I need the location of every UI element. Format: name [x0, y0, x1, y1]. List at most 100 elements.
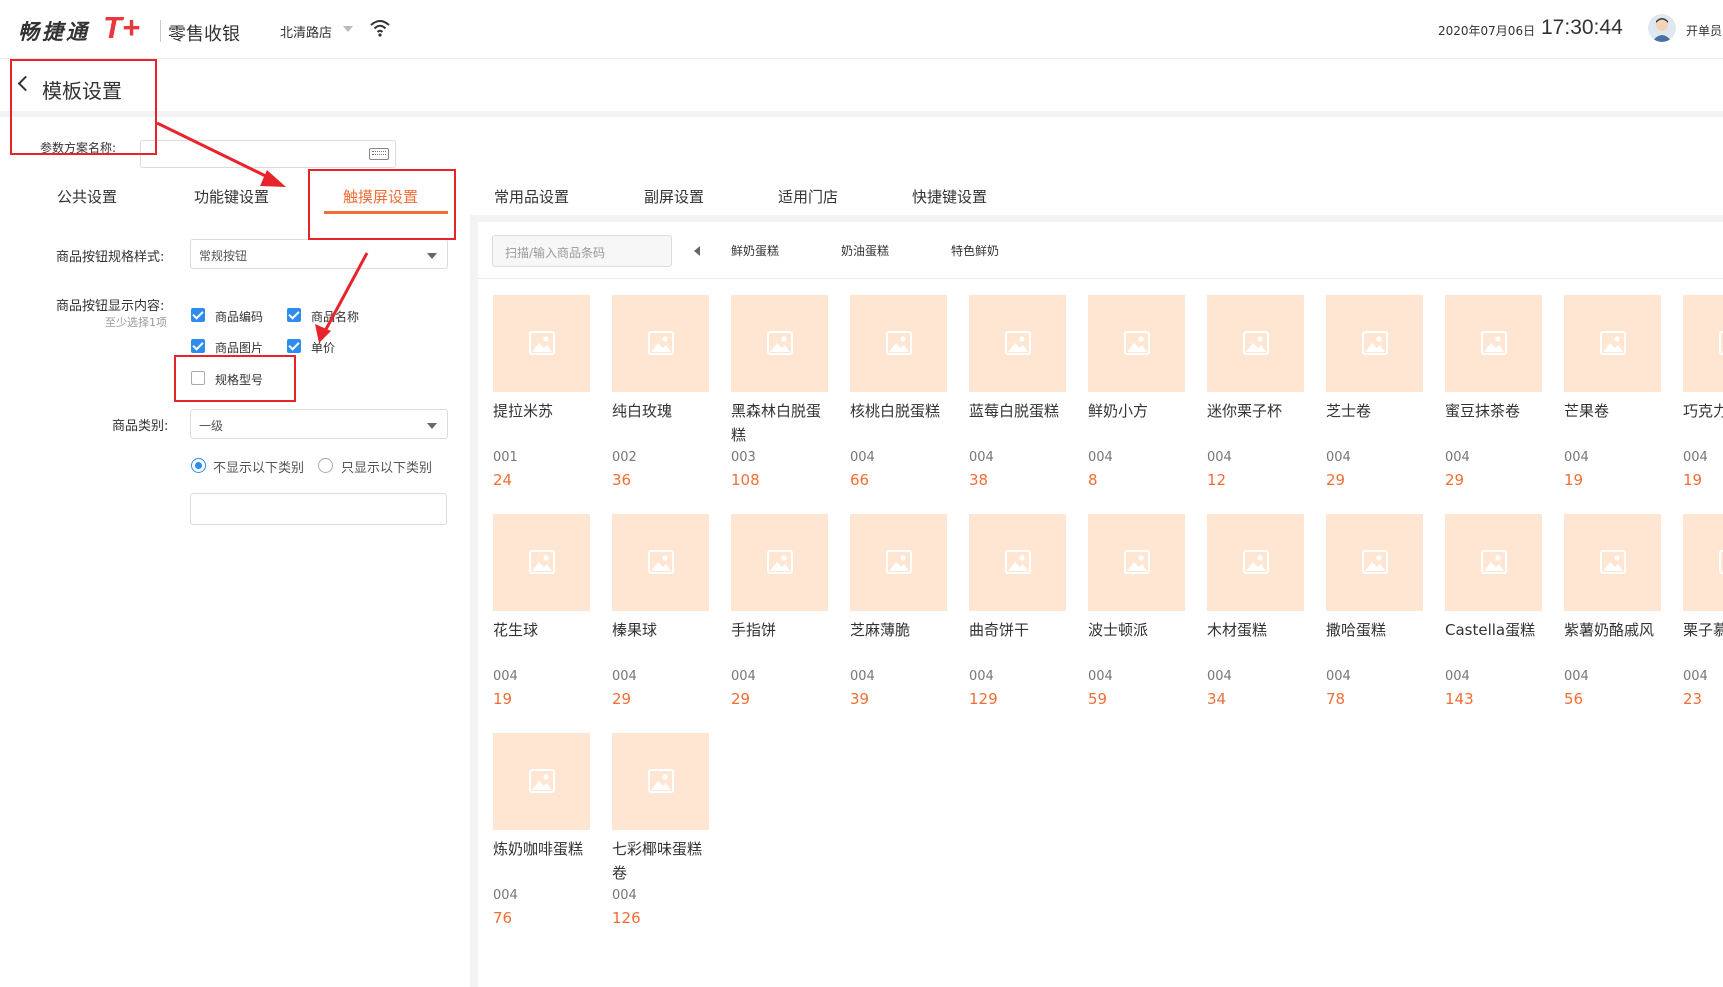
product-name: 核桃白脱蛋糕	[850, 402, 941, 420]
product-card[interactable]: 蜜豆抹茶卷 004 29	[1445, 295, 1543, 505]
product-card[interactable]: 芒果卷 004 19	[1564, 295, 1662, 505]
product-image	[1445, 514, 1542, 611]
product-name: 芝士卷	[1326, 402, 1372, 420]
category-tab[interactable]: 鲜奶蛋糕	[731, 242, 779, 259]
brand-logo-text: 畅捷通	[18, 20, 90, 44]
category-value: 一级	[199, 419, 224, 433]
radio-label: 只显示以下类别	[341, 461, 433, 476]
image-placeholder-icon	[1243, 550, 1269, 574]
product-card[interactable]: 榛果球 004 29	[612, 514, 710, 724]
product-image	[969, 295, 1066, 392]
product-code: 004	[612, 888, 637, 903]
product-card[interactable]: 炼奶咖啡蛋糕 004 76	[493, 733, 591, 943]
product-card[interactable]: 曲奇饼干 004 129	[969, 514, 1067, 724]
image-placeholder-icon	[1124, 550, 1150, 574]
product-card[interactable]: 黑森林白脱蛋糕 003 108	[731, 295, 829, 505]
tab-public-settings[interactable]: 公共设置	[57, 186, 117, 207]
category-label: 商品类别:	[112, 419, 169, 434]
product-card[interactable]: 手指饼 004 29	[731, 514, 829, 724]
tab-secondary-screen[interactable]: 副屏设置	[644, 186, 704, 207]
tab-applicable-stores[interactable]: 适用门店	[778, 186, 838, 207]
product-card[interactable]: 核桃白脱蛋糕 004 66	[850, 295, 948, 505]
product-card[interactable]: 纯白玫瑰 002 36	[612, 295, 710, 505]
button-style-select[interactable]: 常规按钮	[190, 239, 448, 269]
product-name: 芝麻薄脆	[850, 621, 911, 639]
settings-panel	[0, 222, 470, 987]
chevron-down-icon[interactable]	[343, 26, 353, 32]
product-name: 波士顿派	[1088, 621, 1149, 639]
product-card[interactable]: 花生球 004 19	[493, 514, 591, 724]
tab-common-items[interactable]: 常用品设置	[494, 186, 569, 207]
product-card[interactable]: 鲜奶小方 004 8	[1088, 295, 1186, 505]
checkbox-product-name[interactable]	[287, 308, 301, 322]
product-code: 004	[1207, 669, 1232, 684]
product-card[interactable]: 迷你栗子杯 004 12	[1207, 295, 1305, 505]
brand-logo-mark: T+	[103, 10, 141, 45]
product-name: 撒哈蛋糕	[1326, 621, 1387, 639]
chevron-down-icon	[427, 423, 437, 429]
product-name: 七彩椰味蛋糕卷	[612, 840, 703, 882]
user-name[interactable]: 开单员	[1686, 22, 1722, 39]
product-image	[850, 514, 947, 611]
product-card[interactable]: 芝士卷 004 29	[1326, 295, 1424, 505]
button-style-value: 常规按钮	[199, 249, 248, 263]
product-card[interactable]: 七彩椰味蛋糕卷 004 126	[612, 733, 710, 943]
divider	[470, 222, 478, 987]
annotation-box	[10, 59, 157, 155]
product-card[interactable]: 木材蛋糕 004 34	[1207, 514, 1305, 724]
image-placeholder-icon	[1243, 331, 1269, 355]
product-card[interactable]: Castella蛋糕 004 143	[1445, 514, 1543, 724]
category-list-input[interactable]	[190, 493, 447, 525]
product-card[interactable]: 巧克力 004 19	[1683, 295, 1723, 505]
product-card[interactable]: 栗子慕士蛋糕 004 23	[1683, 514, 1723, 724]
title-bar	[0, 59, 1723, 117]
image-placeholder-icon	[1005, 550, 1031, 574]
chevron-left-icon[interactable]	[694, 246, 700, 256]
checkbox-product-code[interactable]	[191, 308, 205, 322]
radio-hide-categories[interactable]	[191, 458, 206, 473]
scheme-name-input[interactable]	[140, 140, 396, 168]
keyboard-icon[interactable]	[369, 148, 389, 160]
product-card[interactable]: 蓝莓白脱蛋糕 004 38	[969, 295, 1067, 505]
button-style-label: 商品按钮规格样式:	[56, 250, 165, 265]
category-tab[interactable]: 特色鲜奶	[951, 242, 999, 259]
product-image	[1326, 295, 1423, 392]
category-select[interactable]: 一级	[190, 409, 448, 439]
radio-show-categories[interactable]	[318, 458, 333, 473]
product-card[interactable]: 波士顿派 004 59	[1088, 514, 1186, 724]
product-price: 59	[1088, 690, 1108, 708]
divider	[160, 20, 161, 42]
product-price: 36	[612, 471, 632, 489]
radio-label: 不显示以下类别	[213, 461, 305, 476]
barcode-scan-input[interactable]: 扫描/输入商品条码	[492, 235, 672, 267]
product-image	[1088, 514, 1185, 611]
image-placeholder-icon	[1600, 550, 1626, 574]
product-code: 004	[969, 450, 994, 465]
category-tab[interactable]: 奶油蛋糕	[841, 242, 889, 259]
product-image	[1564, 295, 1661, 392]
checkbox-unit-price[interactable]	[287, 339, 301, 353]
checkbox-label: 商品名称	[311, 310, 360, 324]
store-selector[interactable]: 北清路店	[280, 22, 332, 41]
product-card[interactable]: 撒哈蛋糕 004 78	[1326, 514, 1424, 724]
product-price: 126	[612, 909, 641, 927]
module-name: 零售收银	[168, 24, 240, 45]
product-code: 004	[1326, 669, 1351, 684]
image-placeholder-icon	[886, 550, 912, 574]
tab-function-keys[interactable]: 功能键设置	[194, 186, 269, 207]
product-image	[731, 514, 828, 611]
current-date: 2020年07月06日	[1438, 24, 1536, 38]
product-name: 黑森林白脱蛋糕	[731, 402, 822, 444]
tab-shortcut-keys[interactable]: 快捷键设置	[912, 186, 987, 207]
product-price: 19	[1683, 471, 1703, 489]
product-code: 004	[1088, 669, 1113, 684]
product-price: 108	[731, 471, 760, 489]
checkbox-product-image[interactable]	[191, 339, 205, 353]
product-card[interactable]: 提拉米苏 001 24	[493, 295, 591, 505]
image-placeholder-icon	[1362, 331, 1388, 355]
product-card[interactable]: 芝麻薄脆 004 39	[850, 514, 948, 724]
product-image	[612, 733, 709, 830]
avatar[interactable]	[1648, 14, 1676, 42]
product-name: 曲奇饼干	[969, 621, 1030, 639]
product-card[interactable]: 紫薯奶酪戚风 004 56	[1564, 514, 1662, 724]
